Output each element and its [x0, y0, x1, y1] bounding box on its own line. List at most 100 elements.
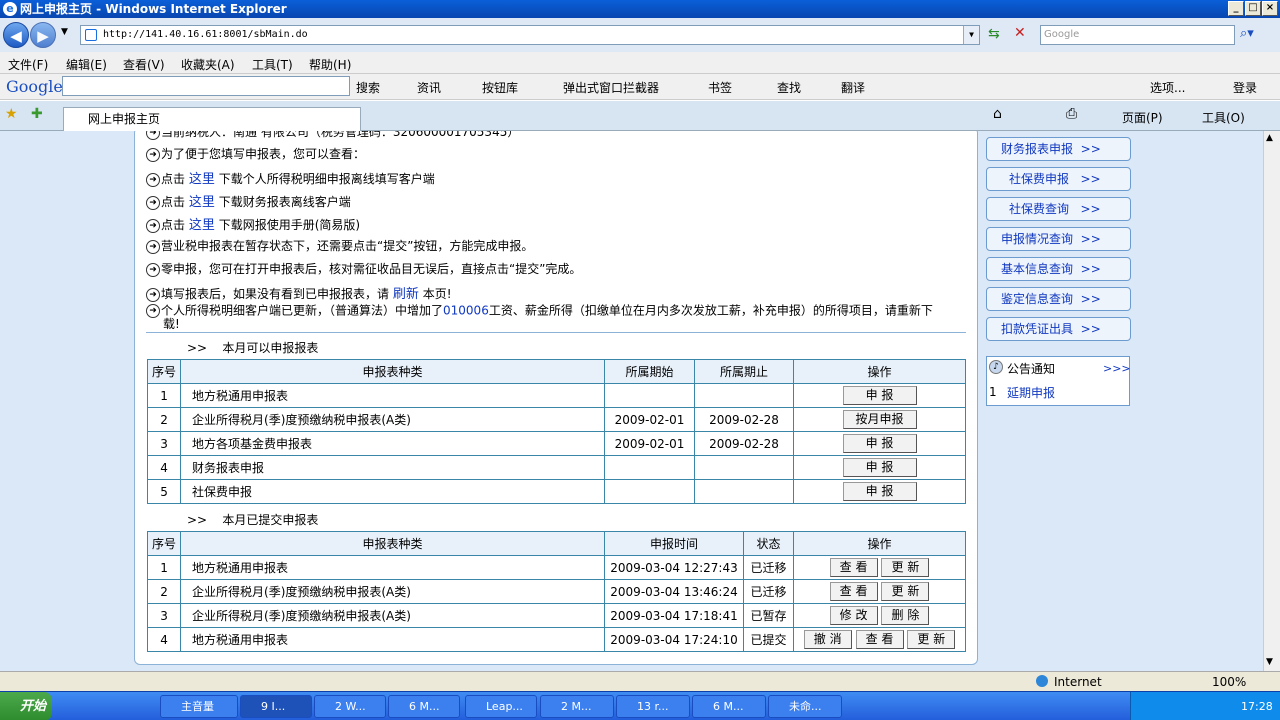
window-title-bar: e 网上申报主页 - Windows Internet Explorer _ □… — [0, 0, 1280, 18]
taskbar-item[interactable]: 主音量 — [160, 695, 238, 718]
note-client-update: ➜ 个人所得税明细客户端已更新，（普通算法）中增加了010006工资、薪金所得（扣… — [146, 304, 933, 331]
arrow-icon: ➜ — [146, 131, 160, 140]
notice-item-link[interactable]: 延期申报 — [1007, 384, 1055, 401]
news-button[interactable]: 资讯 — [417, 79, 441, 96]
scroll-up-icon[interactable]: ▲ — [1266, 133, 1273, 143]
menu-tools[interactable]: 工具(T) — [252, 56, 293, 73]
page-menu-button[interactable]: 页面(P) — [1122, 109, 1163, 126]
declare-button[interactable]: 申 报 — [842, 386, 917, 405]
favorites-star-icon[interactable]: ★ — [5, 106, 18, 122]
sidebar-item-deduction-voucher[interactable]: 扣款凭证出具 >> — [986, 317, 1131, 341]
sidebar-item-social-security-query[interactable]: 社保费查询 >> — [986, 197, 1131, 221]
download-link-2[interactable]: 这里 — [189, 195, 215, 210]
view-button[interactable]: 查 看 — [829, 558, 878, 577]
close-button[interactable]: × — [1262, 1, 1278, 16]
search-icon[interactable]: ⌕▾ — [1240, 26, 1254, 41]
available-forms-table: 序号 申报表种类 所属期始 所属期止 操作 1 地方税通用申报表申 报 2 企业所得… — [146, 359, 966, 504]
view-button[interactable]: 查 看 — [855, 630, 904, 649]
col-form: 申报表种类 — [180, 531, 606, 556]
notes-divider — [146, 332, 966, 333]
notice-more-link[interactable]: >>> — [1103, 362, 1131, 375]
taskbar-item[interactable]: 未命... — [768, 695, 842, 718]
taskbar-item[interactable]: Leap... — [465, 695, 537, 718]
start-button[interactable]: 开始 — [0, 692, 52, 720]
sidebar-item-assessment-query[interactable]: 鉴定信息查询 >> — [986, 287, 1131, 311]
view-button[interactable]: 查 看 — [829, 582, 878, 601]
back-button[interactable]: ◀ — [3, 22, 29, 48]
refresh-link[interactable]: 刷新 — [393, 287, 419, 302]
stop-icon[interactable]: ✕ — [1014, 25, 1026, 41]
home-icon[interactable]: ⌂ — [993, 106, 1002, 122]
sidebar-item-basic-info-query[interactable]: 基本信息查询 >> — [986, 257, 1131, 281]
window-title: 网上申报主页 - Windows Internet Explorer — [20, 2, 287, 16]
translate-button[interactable]: 翻译 — [841, 79, 865, 96]
sidebar-item-social-security[interactable]: 社保费申报 >> — [986, 167, 1131, 191]
taskbar-item[interactable]: 13 r... — [616, 695, 690, 718]
google-logo: Google — [6, 77, 63, 96]
arrow-icon: ➜ — [146, 262, 160, 277]
sidebar-item-declare-status-query[interactable]: 申报情况查询 >> — [986, 227, 1131, 251]
login-button[interactable]: 登录 — [1233, 79, 1257, 96]
system-tray: 17:28 — [1130, 692, 1280, 720]
download-link-1[interactable]: 这里 — [189, 172, 215, 187]
update-button[interactable]: 更 新 — [907, 630, 956, 649]
declare-button[interactable]: 申 报 — [842, 458, 917, 477]
tools-menu-button[interactable]: 工具(O) — [1202, 109, 1245, 126]
search-input[interactable]: Google — [1040, 25, 1235, 45]
update-button[interactable]: 更 新 — [881, 558, 930, 577]
refresh-icon[interactable]: ⇆ — [988, 26, 1000, 42]
col-action: 操作 — [793, 531, 966, 556]
tab-main-page[interactable]: 网上申报主页 — [63, 107, 361, 131]
popup-blocker-button[interactable]: 弹出式窗口拦截器 — [563, 79, 659, 96]
taxpayer-info: ➜ 当前纳税人：南通 有限公司（税务管理码：320600001705345） — [146, 131, 519, 140]
taskbar-item[interactable]: 2 M... — [540, 695, 614, 718]
notice-item-number: 1 — [989, 385, 997, 399]
table-row: 3 企业所得税月(季)度预缴纳税申报表(A类) 2009-03-04 17:18:4… — [146, 603, 966, 628]
sidebar-item-financial-report[interactable]: 财务报表申报 >> — [986, 137, 1131, 161]
declare-button[interactable]: 申 报 — [842, 434, 917, 453]
scroll-down-icon[interactable]: ▼ — [1266, 657, 1273, 667]
menu-help[interactable]: 帮助(H) — [309, 56, 351, 73]
print-icon[interactable]: ⎙ — [1066, 106, 1077, 122]
revoke-button[interactable]: 撤 消 — [803, 630, 852, 649]
col-end: 所属期止 — [694, 359, 795, 384]
options-button[interactable]: 选项... — [1150, 79, 1185, 96]
menu-view[interactable]: 查看(V) — [123, 56, 165, 73]
bookmarks-button[interactable]: 书签 — [708, 79, 732, 96]
buttons-gallery-button[interactable]: 按钮库 — [482, 79, 518, 96]
add-favorites-icon[interactable]: ✚ — [31, 106, 43, 122]
minimize-button[interactable]: _ — [1228, 1, 1244, 16]
google-toolbar: Google 搜索 资讯 按钮库 弹出式窗口拦截器 书签 查找 翻译 选项...… — [0, 74, 1280, 100]
taskbar-item-active[interactable]: 9 I... — [240, 695, 312, 718]
download-link-3[interactable]: 这里 — [189, 218, 215, 233]
maximize-button[interactable]: □ — [1245, 1, 1261, 16]
history-dropdown-icon[interactable]: ▼ — [61, 27, 68, 37]
note-view: ➜ 为了便于您填写申报表，您可以查看： — [146, 145, 365, 162]
edit-button[interactable]: 修 改 — [829, 606, 878, 625]
table-header-row: 序号 申报表种类 申报时间 状态 操作 — [146, 531, 966, 556]
update-button[interactable]: 更 新 — [881, 582, 930, 601]
monthly-declare-button[interactable]: 按月申报 — [842, 410, 917, 429]
zoom-level[interactable]: 100% — [1212, 675, 1246, 689]
find-button[interactable]: 查找 — [777, 79, 801, 96]
menu-favorites[interactable]: 收藏夹(A) — [181, 56, 235, 73]
address-dropdown-icon[interactable]: ▼ — [963, 26, 979, 44]
address-field[interactable]: http://141.40.16.61:8001/sbMain.do ▼ — [80, 25, 980, 45]
menu-bar: 文件(F) 编辑(E) 查看(V) 收藏夹(A) 工具(T) 帮助(H) — [0, 52, 1280, 74]
taskbar-item[interactable]: 2 W... — [314, 695, 386, 718]
google-search-button[interactable]: 搜索 — [356, 79, 380, 96]
delete-button[interactable]: 删 除 — [881, 606, 930, 625]
taskbar-item[interactable]: 6 M... — [692, 695, 766, 718]
forward-button[interactable]: ▶ — [30, 22, 56, 48]
taskbar-item[interactable]: 6 M... — [388, 695, 460, 718]
declare-button[interactable]: 申 报 — [842, 482, 917, 501]
clock[interactable]: 17:28 — [1241, 692, 1273, 720]
note-download-3: ➜ 点击 这里 下载网报使用手册(简易版) — [146, 214, 360, 233]
submitted-forms-table: 序号 申报表种类 申报时间 状态 操作 1 地方税通用申报表 2009-03-04 … — [146, 531, 966, 652]
taskbar: 开始 主音量 9 I... 2 W... 6 M... Leap... 2 M.… — [0, 691, 1280, 720]
google-search-input[interactable] — [62, 76, 350, 96]
vertical-scrollbar[interactable]: ▲ ▼ — [1263, 131, 1280, 671]
menu-edit[interactable]: 编辑(E) — [66, 56, 107, 73]
arrow-icon: ➜ — [146, 239, 160, 254]
menu-file[interactable]: 文件(F) — [8, 56, 48, 73]
